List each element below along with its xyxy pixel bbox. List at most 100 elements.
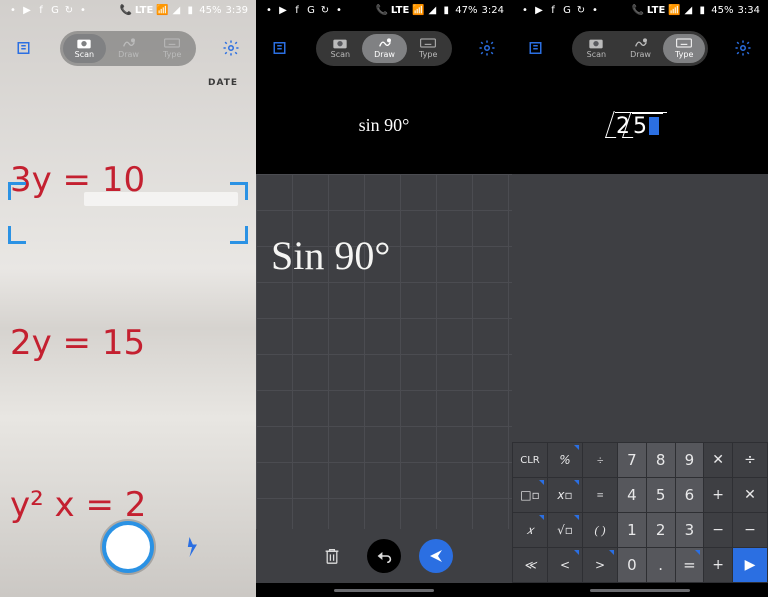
screen-scan: • ▶ f G ↻ • 📞 LTE 📶 ◢ ▮ 45% 3:39 Scan (0, 0, 256, 597)
key-9[interactable]: 9 (676, 443, 704, 477)
key-minus-sm[interactable]: − (704, 513, 732, 547)
typed-inner: 5 (633, 114, 647, 139)
key-backspace[interactable]: ✕ (704, 443, 732, 477)
key-4[interactable]: 4 (618, 478, 646, 512)
mode-selector: Scan Draw Type (60, 31, 197, 66)
key-sqrt[interactable]: √▫ (548, 513, 582, 547)
delete-button[interactable] (315, 539, 349, 573)
mode-type[interactable]: Type (151, 34, 193, 63)
key-percent[interactable]: % (548, 443, 582, 477)
draw-icon (633, 37, 649, 49)
paper-content: 3y = 10 2y = 15 y² x = 2 (0, 0, 256, 597)
more2-icon: • (590, 5, 600, 15)
settings-button[interactable] (216, 33, 246, 63)
more-icon: • (520, 5, 530, 15)
screen-draw: • ▶ f G ↻ • 📞 LTE 📶 ◢ ▮ 47% 3:24 Scan (256, 0, 512, 597)
more-icon: • (264, 5, 274, 15)
settings-button[interactable] (472, 33, 502, 63)
key-gt[interactable]: > (583, 548, 617, 582)
flash-button[interactable] (184, 537, 200, 557)
send-button[interactable] (419, 539, 453, 573)
history-button[interactable] (266, 33, 296, 63)
header: Scan Draw Type (256, 20, 512, 76)
key-1[interactable]: 1 (618, 513, 646, 547)
battery-pct: 45% (711, 5, 733, 16)
history-button[interactable] (10, 33, 40, 63)
battery-icon: ▮ (441, 5, 451, 15)
key-div-small[interactable]: ÷ (583, 443, 617, 477)
phone-icon: 📞 (377, 5, 387, 15)
grid (256, 174, 512, 529)
sync-icon: ↻ (320, 5, 330, 15)
wifi-icon: 📶 (157, 5, 167, 15)
mode-type-label: Type (163, 50, 181, 59)
mode-scan-label: Scan (587, 50, 606, 59)
mode-draw[interactable]: Draw (106, 34, 151, 63)
youtube-icon: ▶ (22, 5, 32, 15)
mode-draw[interactable]: Draw (362, 34, 407, 63)
more2-icon: • (334, 5, 344, 15)
mode-type[interactable]: Type (407, 34, 449, 63)
sqrt-outer: 25 (615, 112, 667, 139)
key-2[interactable]: 2 (647, 513, 675, 547)
mode-draw[interactable]: Draw (618, 34, 663, 63)
empty-canvas[interactable] (512, 174, 768, 442)
crop-rectangle[interactable] (8, 182, 248, 244)
key-x[interactable]: 𝑥 (513, 513, 547, 547)
formula-display: sin 90° (256, 76, 512, 174)
key-6[interactable]: 6 (676, 478, 704, 512)
keyboard-icon (420, 37, 436, 49)
signal-icon: ◢ (171, 5, 181, 15)
key-plus[interactable]: + (704, 548, 732, 582)
shutter-button[interactable] (102, 521, 154, 573)
camera-icon (332, 37, 348, 49)
google-icon: G (306, 5, 316, 15)
key-multiply[interactable]: ✕ (733, 478, 767, 512)
signal-icon: ◢ (427, 5, 437, 15)
mode-type[interactable]: Type (663, 34, 705, 63)
settings-button[interactable] (728, 33, 758, 63)
key-minus[interactable]: − (733, 513, 767, 547)
highlight-strip (84, 192, 238, 206)
key-dot[interactable]: . (647, 548, 675, 582)
mode-scan-label: Scan (75, 50, 94, 59)
mode-draw-label: Draw (374, 50, 395, 59)
mode-scan[interactable]: Scan (63, 34, 106, 63)
mode-scan-label: Scan (331, 50, 350, 59)
date-label: DATE (208, 78, 238, 88)
clock: 3:34 (738, 5, 760, 16)
key-more[interactable]: ≪ (513, 548, 547, 582)
key-mixed[interactable]: ≡ (583, 478, 617, 512)
phone-icon: 📞 (121, 5, 131, 15)
sync-icon: ↻ (576, 5, 586, 15)
key-3[interactable]: 3 (676, 513, 704, 547)
lte-icon: LTE (135, 5, 153, 16)
youtube-icon: ▶ (534, 5, 544, 15)
key-lt[interactable]: < (548, 548, 582, 582)
key-power[interactable]: x▫ (548, 478, 582, 512)
wifi-icon: 📶 (669, 5, 679, 15)
key-paren[interactable]: ( ) (583, 513, 617, 547)
key-frac[interactable]: □▫ (513, 478, 547, 512)
mode-scan[interactable]: Scan (575, 34, 618, 63)
facebook-icon: f (36, 5, 46, 15)
facebook-icon: f (292, 5, 302, 15)
key-clr[interactable]: CLR (513, 443, 547, 477)
history-button[interactable] (522, 33, 552, 63)
key-divide[interactable]: ÷ (733, 443, 767, 477)
key-5[interactable]: 5 (647, 478, 675, 512)
more-icon: • (8, 5, 18, 15)
key-eq[interactable]: = (676, 548, 704, 582)
draw-icon (377, 37, 393, 49)
key-7[interactable]: 7 (618, 443, 646, 477)
header: Scan Draw Type (0, 20, 256, 76)
undo-button[interactable] (367, 539, 401, 573)
lte-icon: LTE (391, 5, 409, 16)
key-8[interactable]: 8 (647, 443, 675, 477)
mode-scan[interactable]: Scan (319, 34, 362, 63)
key-0[interactable]: 0 (618, 548, 646, 582)
draw-toolbar (256, 529, 512, 583)
key-send[interactable]: ▶ (733, 548, 767, 582)
draw-canvas[interactable]: Sin 90° (256, 174, 512, 529)
key-plus-sm[interactable]: + (704, 478, 732, 512)
